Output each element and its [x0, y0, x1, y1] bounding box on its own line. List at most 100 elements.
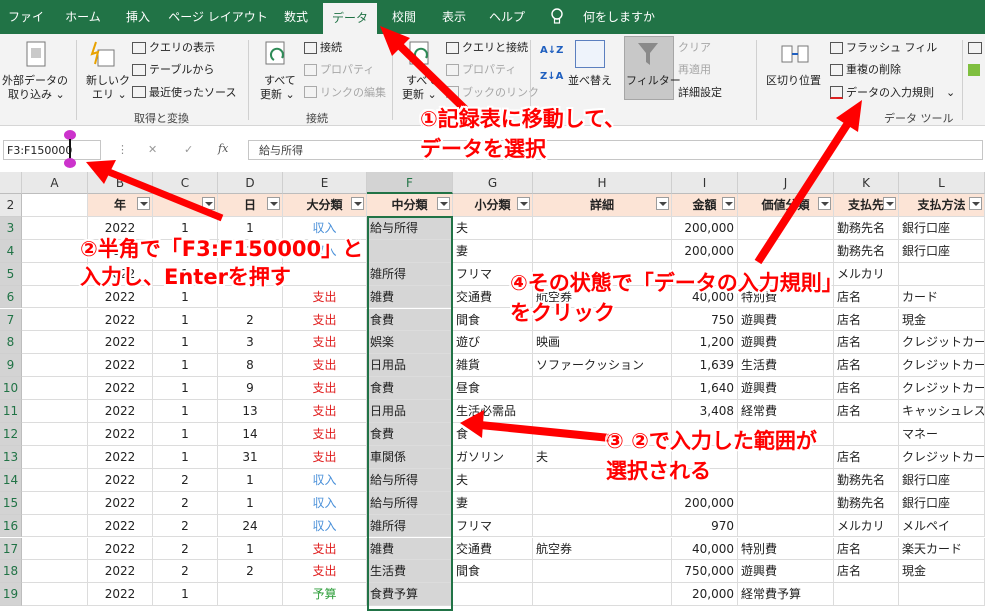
cell-e[interactable]: 支出 [283, 445, 367, 469]
cell-e[interactable]: 支出 [283, 308, 367, 332]
filter-dropdown-icon[interactable] [517, 197, 530, 210]
tab-data[interactable]: データ [323, 3, 377, 34]
show-queries-button[interactable]: クエリの表示 [149, 41, 215, 54]
cell-l[interactable]: カード [899, 285, 985, 309]
enter-icon[interactable]: ✓ [184, 143, 193, 156]
cell-d[interactable]: 1 [218, 537, 283, 561]
cell-l[interactable]: マネー [899, 423, 985, 446]
cell-f[interactable]: 日用品 [367, 400, 453, 423]
cell-b[interactable]: 2022 [88, 445, 153, 469]
cell-a[interactable] [22, 560, 88, 584]
column-header-c[interactable]: C [153, 172, 218, 194]
properties-button[interactable]: プロパティ [320, 63, 374, 76]
cell-h[interactable] [533, 560, 672, 584]
cell-l[interactable]: 銀行口座 [899, 468, 985, 492]
cell-g[interactable]: 夫 [453, 468, 533, 492]
column-header-i[interactable]: I [672, 172, 738, 194]
cell-a[interactable] [22, 216, 88, 240]
cell-b[interactable]: 2022 [88, 308, 153, 332]
cell-c[interactable]: 2 [153, 560, 218, 584]
cell-h[interactable] [533, 216, 672, 240]
cell-g[interactable]: 妻 [453, 239, 533, 263]
header-cell-b[interactable]: 年 [88, 194, 153, 217]
cell-l[interactable]: クレジットカー [899, 354, 985, 378]
column-header-e[interactable]: E [283, 172, 367, 194]
cell-a[interactable] [22, 537, 88, 561]
cell-j[interactable] [738, 514, 834, 538]
clear-filter-button[interactable]: クリア [678, 41, 711, 54]
row-header[interactable]: 19 [0, 583, 22, 607]
cell-a[interactable] [22, 331, 88, 355]
column-header-j[interactable]: J [738, 172, 834, 194]
cell-h[interactable] [533, 491, 672, 515]
filter-dropdown-icon[interactable] [656, 197, 669, 210]
sort-button[interactable]: 並べ替え [568, 74, 612, 87]
row-header[interactable]: 14 [0, 468, 22, 492]
sort-ascending-button[interactable]: A↓Z [540, 44, 563, 57]
cell-c[interactable]: 1 [153, 331, 218, 355]
cell-e[interactable]: 支出 [283, 537, 367, 561]
cell-g[interactable] [453, 583, 533, 607]
header-cell-c[interactable] [153, 194, 218, 217]
relationships-icon[interactable] [968, 64, 980, 76]
tab-formulas[interactable]: 数式 [274, 0, 318, 34]
cell-b[interactable]: 2022 [88, 537, 153, 561]
cell-i[interactable]: 3,408 [672, 400, 738, 423]
connections-button[interactable]: 接続 [320, 41, 342, 54]
row-header[interactable]: 15 [0, 491, 22, 515]
cell-k[interactable]: 店名 [834, 400, 899, 423]
cell-b[interactable]: 2022 [88, 423, 153, 446]
filter-dropdown-icon[interactable] [137, 197, 150, 210]
cell-k[interactable]: 店名 [834, 331, 899, 355]
column-header-f[interactable]: F [367, 172, 453, 194]
cell-l[interactable]: クレジットカー [899, 377, 985, 401]
cell-f[interactable]: 娯楽 [367, 331, 453, 355]
filter-dropdown-icon[interactable] [267, 197, 280, 210]
cell-g[interactable]: フリマ [453, 514, 533, 538]
header-cell-k[interactable]: 支払先 [834, 194, 899, 217]
consolidate-icon[interactable] [968, 42, 982, 54]
cell-d[interactable]: 9 [218, 377, 283, 401]
cell-a[interactable] [22, 308, 88, 332]
remove-duplicates-button[interactable]: 重複の削除 [846, 63, 901, 76]
cell-a[interactable] [22, 468, 88, 492]
cell-b[interactable]: 2022 [88, 354, 153, 378]
cell-i[interactable]: 750,000 [672, 560, 738, 584]
cell-e[interactable]: 支出 [283, 331, 367, 355]
cell-a[interactable] [22, 400, 88, 423]
refresh-all-2-label-2[interactable]: 更新 ⌄ [402, 88, 437, 101]
refresh-all-label-2[interactable]: 更新 ⌄ [260, 88, 295, 101]
header-cell-i[interactable]: 金額 [672, 194, 738, 217]
edit-links-button[interactable]: リンクの編集 [320, 86, 386, 99]
header-cell-d[interactable]: 日 [218, 194, 283, 217]
cell-j[interactable] [738, 491, 834, 515]
header-cell-f[interactable]: 中分類 [367, 194, 453, 217]
column-header-g[interactable]: G [453, 172, 533, 194]
cell-c[interactable]: 1 [153, 400, 218, 423]
cell-a[interactable] [22, 514, 88, 538]
cell-a[interactable] [22, 491, 88, 515]
row-header[interactable]: 13 [0, 445, 22, 469]
cell-l[interactable]: 楽天カード [899, 537, 985, 561]
reapply-button[interactable]: 再適用 [678, 63, 711, 76]
cell-h[interactable] [533, 514, 672, 538]
data-validation-button[interactable]: データの入力規則 [846, 86, 934, 99]
cell-a[interactable] [22, 262, 88, 286]
cell-i[interactable]: 750 [672, 308, 738, 332]
cell-f[interactable]: 雑費 [367, 285, 453, 309]
cell-k[interactable]: 店名 [834, 537, 899, 561]
cell-a[interactable] [22, 423, 88, 446]
cell-l[interactable]: 現金 [899, 308, 985, 332]
row-header[interactable]: 10 [0, 377, 22, 401]
cell-j[interactable]: 遊興費 [738, 331, 834, 355]
cell-a[interactable] [22, 445, 88, 469]
header-cell-g[interactable]: 小分類 [453, 194, 533, 217]
cancel-icon[interactable]: ✕ [148, 143, 157, 156]
filter-dropdown-icon[interactable] [202, 197, 215, 210]
cell-h[interactable] [533, 400, 672, 423]
filter-dropdown-icon[interactable] [883, 197, 896, 210]
cell-c[interactable]: 2 [153, 491, 218, 515]
column-header-l[interactable]: L [899, 172, 985, 194]
column-header-d[interactable]: D [218, 172, 283, 194]
cell-c[interactable]: 1 [153, 583, 218, 607]
